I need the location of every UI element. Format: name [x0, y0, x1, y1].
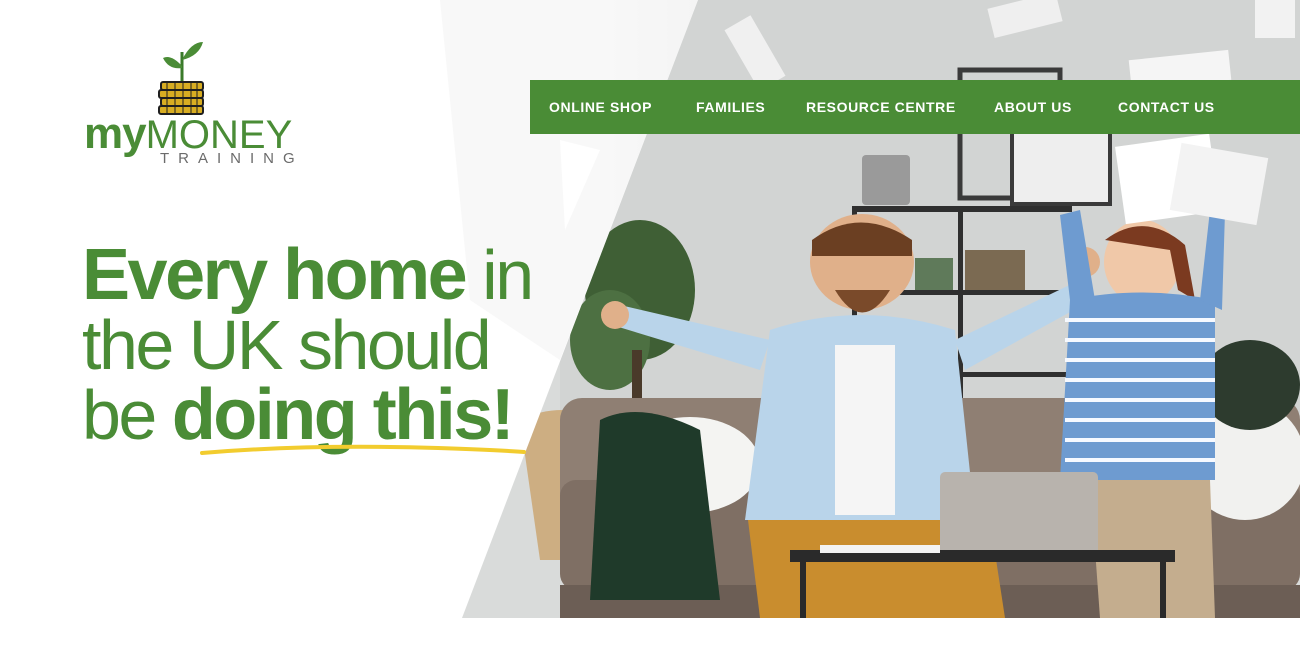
logo-training-text: TRAINING: [160, 150, 304, 167]
nav-families[interactable]: FAMILIES: [696, 80, 765, 134]
nav-contact-us[interactable]: CONTACT US: [1118, 80, 1215, 134]
main-navigation: ONLINE SHOP FAMILIES RESOURCE CENTRE ABO…: [530, 80, 1300, 134]
headline-the-uk-should: the UK should: [82, 306, 492, 384]
logo-my-text: my: [84, 109, 147, 158]
nav-about-us[interactable]: ABOUT US: [994, 80, 1072, 134]
site-logo[interactable]: myMONEY TRAINING: [84, 38, 329, 173]
headline-in: in: [465, 236, 534, 314]
hero-headline: Every home in the UK should be doing thi…: [82, 239, 562, 455]
coin-stack-sprout-icon: [158, 42, 204, 115]
headline-be: be: [82, 376, 172, 454]
headline-line-2: the UK should: [82, 310, 562, 380]
nav-online-shop[interactable]: ONLINE SHOP: [549, 80, 652, 134]
headline-every-home: Every home: [82, 235, 468, 315]
nav-resource-centre[interactable]: RESOURCE CENTRE: [806, 80, 956, 134]
yellow-underline-swoosh: [200, 444, 526, 455]
headline-line-1: Every home in: [82, 239, 562, 311]
